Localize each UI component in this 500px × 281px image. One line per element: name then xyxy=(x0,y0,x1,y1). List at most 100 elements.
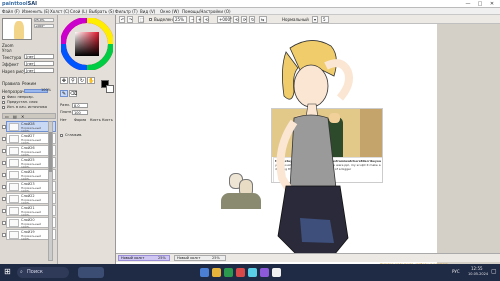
eye-icon[interactable] xyxy=(2,149,6,153)
color-wheel[interactable] xyxy=(61,18,113,70)
rotate-reset-icon[interactable]: ↻ xyxy=(249,16,255,23)
undo-icon[interactable]: ↶ xyxy=(119,16,125,23)
layer-thumbnail xyxy=(9,135,19,143)
eye-icon[interactable] xyxy=(2,197,6,201)
angle-field[interactable]: +000° xyxy=(217,16,232,23)
maximize-button[interactable]: □ xyxy=(474,0,486,8)
zoom-tool-icon[interactable]: ⚲ xyxy=(69,77,77,84)
search-label: Поиск xyxy=(27,269,43,275)
density-field[interactable]: 100 xyxy=(72,110,88,115)
document-tab-zoom: 25% xyxy=(158,256,166,260)
start-icon[interactable]: ⊞ xyxy=(4,267,11,276)
wsat-field[interactable]: [нет] xyxy=(24,68,54,73)
menu-select[interactable]: Выбрать (S) xyxy=(89,9,114,14)
stabilizer-field[interactable]: 5 xyxy=(321,16,329,23)
clock-time: 12:55 xyxy=(471,266,483,271)
rotate-left-icon[interactable]: ⟲ xyxy=(233,16,239,23)
navigator-zoom-field[interactable]: 25,0% xyxy=(34,18,54,22)
chat-icon[interactable] xyxy=(260,268,269,277)
widget-icon[interactable] xyxy=(78,267,104,278)
zoom-field[interactable]: 25% xyxy=(173,16,187,23)
density-label: Плотн. xyxy=(60,110,73,114)
brush-label-a: Кисть xyxy=(90,118,101,122)
layer-thumbnail xyxy=(9,207,19,215)
zoom-reset-icon[interactable]: ⟲ xyxy=(203,16,209,23)
lock-opacity-checkbox[interactable] xyxy=(2,96,5,99)
layer-thumbnail xyxy=(9,147,19,155)
menu-window[interactable]: Окно (W) xyxy=(160,9,179,14)
layer-thumbnail xyxy=(9,159,19,167)
shape-form-label: Форма xyxy=(74,118,87,122)
explorer-icon[interactable] xyxy=(212,268,221,277)
menu-edit[interactable]: Изменить (E) xyxy=(22,9,49,14)
eye-icon[interactable] xyxy=(2,173,6,177)
lock-opacity-label: Фикс непрозр. xyxy=(7,95,34,99)
document-tabs: Новый холст 25% Новый холст 25% xyxy=(116,253,500,262)
search-box[interactable]: ⌕ Поиск xyxy=(17,267,69,278)
zoom-in-icon[interactable]: + xyxy=(196,16,201,23)
eye-icon[interactable] xyxy=(2,161,6,165)
delete-layer-icon[interactable]: ✕ xyxy=(21,114,24,119)
close-button[interactable]: ✕ xyxy=(486,0,498,8)
search-icon: ⌕ xyxy=(20,269,23,275)
navigator-preview[interactable] xyxy=(2,18,32,40)
language-indicator[interactable]: РУС xyxy=(452,269,460,274)
taskbar: ⊞ ⌕ Поиск РУС 12:55 10.05.2024 ▢ xyxy=(0,264,500,281)
layer-thumbnail xyxy=(9,195,19,203)
pen-tool-icon[interactable]: ✎ xyxy=(60,89,68,97)
menu-help[interactable]: Помощь/Настройки (O) xyxy=(182,9,231,14)
redo-icon[interactable]: ↷ xyxy=(127,16,133,23)
new-folder-icon[interactable]: ▤ xyxy=(13,114,17,119)
navigator-angle-field[interactable]: +000° xyxy=(34,24,54,28)
rotate-tool-icon[interactable]: ↻ xyxy=(78,77,86,84)
title-bar: painttoolSAI — □ ✕ xyxy=(0,0,500,8)
source-checkbox[interactable] xyxy=(2,106,5,109)
menu-view[interactable]: Вид (V) xyxy=(140,9,155,14)
move-tool-icon[interactable]: ✥ xyxy=(60,77,68,84)
media-icon[interactable] xyxy=(236,268,245,277)
selection-checkbox[interactable] xyxy=(149,18,152,21)
eye-icon[interactable] xyxy=(2,125,6,129)
texture-label: Текстура xyxy=(2,55,22,60)
new-layer-icon[interactable]: ▭ xyxy=(5,114,9,119)
zoom-out-icon[interactable]: − xyxy=(189,16,194,23)
store-icon[interactable] xyxy=(248,268,257,277)
antialias-checkbox[interactable] xyxy=(60,134,63,137)
menu-file[interactable]: Файл (F) xyxy=(2,9,20,14)
eye-icon[interactable] xyxy=(2,209,6,213)
notification-icon[interactable]: ▢ xyxy=(491,268,497,275)
secondary-color-swatch[interactable] xyxy=(106,85,114,93)
layer-thumbnail xyxy=(9,123,19,131)
size-field[interactable]: 8.0 xyxy=(72,103,88,108)
taskview-icon[interactable] xyxy=(200,268,209,277)
rotate-right-icon[interactable]: ⟳ xyxy=(241,16,247,23)
effect-field[interactable]: [нет] xyxy=(24,61,54,66)
tab-mode[interactable]: Режим xyxy=(22,81,36,86)
minimize-button[interactable]: — xyxy=(462,0,474,8)
angle-label: Угол xyxy=(2,48,12,53)
tab-rules[interactable]: Правила xyxy=(2,81,20,86)
menu-layer[interactable]: Слой (L) xyxy=(70,9,87,14)
eye-icon[interactable] xyxy=(2,221,6,225)
texture-field[interactable]: [нет] xyxy=(24,54,54,59)
color-tools-panel: ✥ ⚲ ↻ ✋ ✎ ⌫ Разм. 8.0 Плотн. 100 Нет Фор… xyxy=(58,15,116,264)
eye-icon[interactable] xyxy=(2,137,6,141)
clip-group-checkbox[interactable] xyxy=(2,101,5,104)
hand-tool-icon[interactable]: ✋ xyxy=(87,77,95,84)
layers-scrollbar[interactable] xyxy=(48,121,53,261)
clip-group-label: Предустан. слоя xyxy=(7,100,38,104)
browser-icon[interactable] xyxy=(224,268,233,277)
menu-filter[interactable]: Фильтр (T) xyxy=(115,9,138,14)
eye-icon[interactable] xyxy=(2,233,6,237)
deselect-icon[interactable]: ⬚ xyxy=(138,16,144,23)
eye-icon[interactable] xyxy=(2,185,6,189)
menu-canvas[interactable]: Холст (C) xyxy=(50,9,69,14)
layer-thumbnail xyxy=(9,231,19,239)
menu-bar: Файл (F) Изменить (E) Холст (C) Слой (L)… xyxy=(0,8,500,15)
drawing-canvas[interactable]: thebestuyout you should be addicted to d… xyxy=(116,24,437,264)
document-tab-zoom: 25% xyxy=(212,256,220,260)
mode-dropdown[interactable]: ▾ xyxy=(312,16,318,23)
sai-app-icon[interactable] xyxy=(272,268,281,277)
eraser-tool-icon[interactable]: ⌫ xyxy=(69,89,77,97)
flip-icon[interactable]: ⇆ xyxy=(259,16,267,23)
